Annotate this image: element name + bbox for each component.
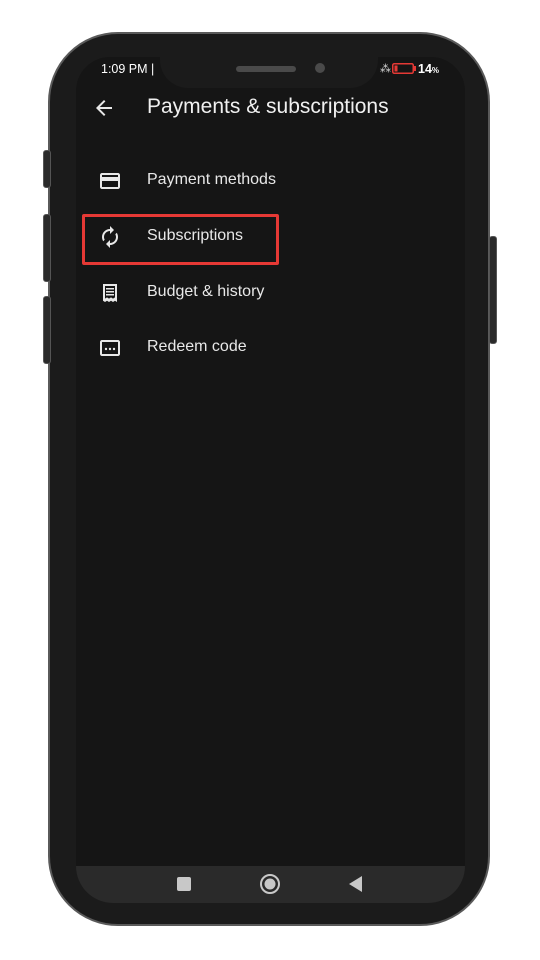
menu-item-label: Redeem code xyxy=(147,338,247,355)
menu-item-budget-history[interactable]: Budget & history xyxy=(90,268,430,318)
menu-item-label: Payment methods xyxy=(147,171,276,188)
highlight-annotation-box xyxy=(82,214,279,265)
recents-button[interactable] xyxy=(162,866,206,903)
receipt-icon xyxy=(103,284,117,302)
recents-square-icon xyxy=(177,877,191,891)
menu-item-redeem-code[interactable]: Redeem code xyxy=(90,323,430,373)
battery-percentage: 14% xyxy=(418,62,440,76)
arrow-left-icon[interactable] xyxy=(92,96,116,120)
menu-item-label: Budget & history xyxy=(147,283,265,300)
battery-icon xyxy=(392,63,416,74)
phone-side-button xyxy=(43,296,51,364)
speaker xyxy=(236,66,296,72)
phone-side-button xyxy=(43,214,51,282)
home-button[interactable] xyxy=(248,866,292,903)
navigation-bar xyxy=(76,866,465,903)
phone-side-button xyxy=(489,236,497,344)
back-button[interactable] xyxy=(334,866,378,903)
status-time: 1:09 PM | xyxy=(101,62,155,76)
page-title: Payments & subscriptions xyxy=(147,95,389,118)
signal-icon: ⁂ xyxy=(380,63,391,75)
redeem-code-icon xyxy=(100,340,120,356)
back-triangle-icon xyxy=(349,876,362,892)
menu-item-payment-methods[interactable]: Payment methods xyxy=(90,156,430,206)
front-camera xyxy=(315,63,325,73)
phone-side-button xyxy=(43,150,51,188)
credit-card-icon xyxy=(100,173,120,189)
notch xyxy=(160,52,378,88)
home-circle-icon xyxy=(260,874,280,894)
